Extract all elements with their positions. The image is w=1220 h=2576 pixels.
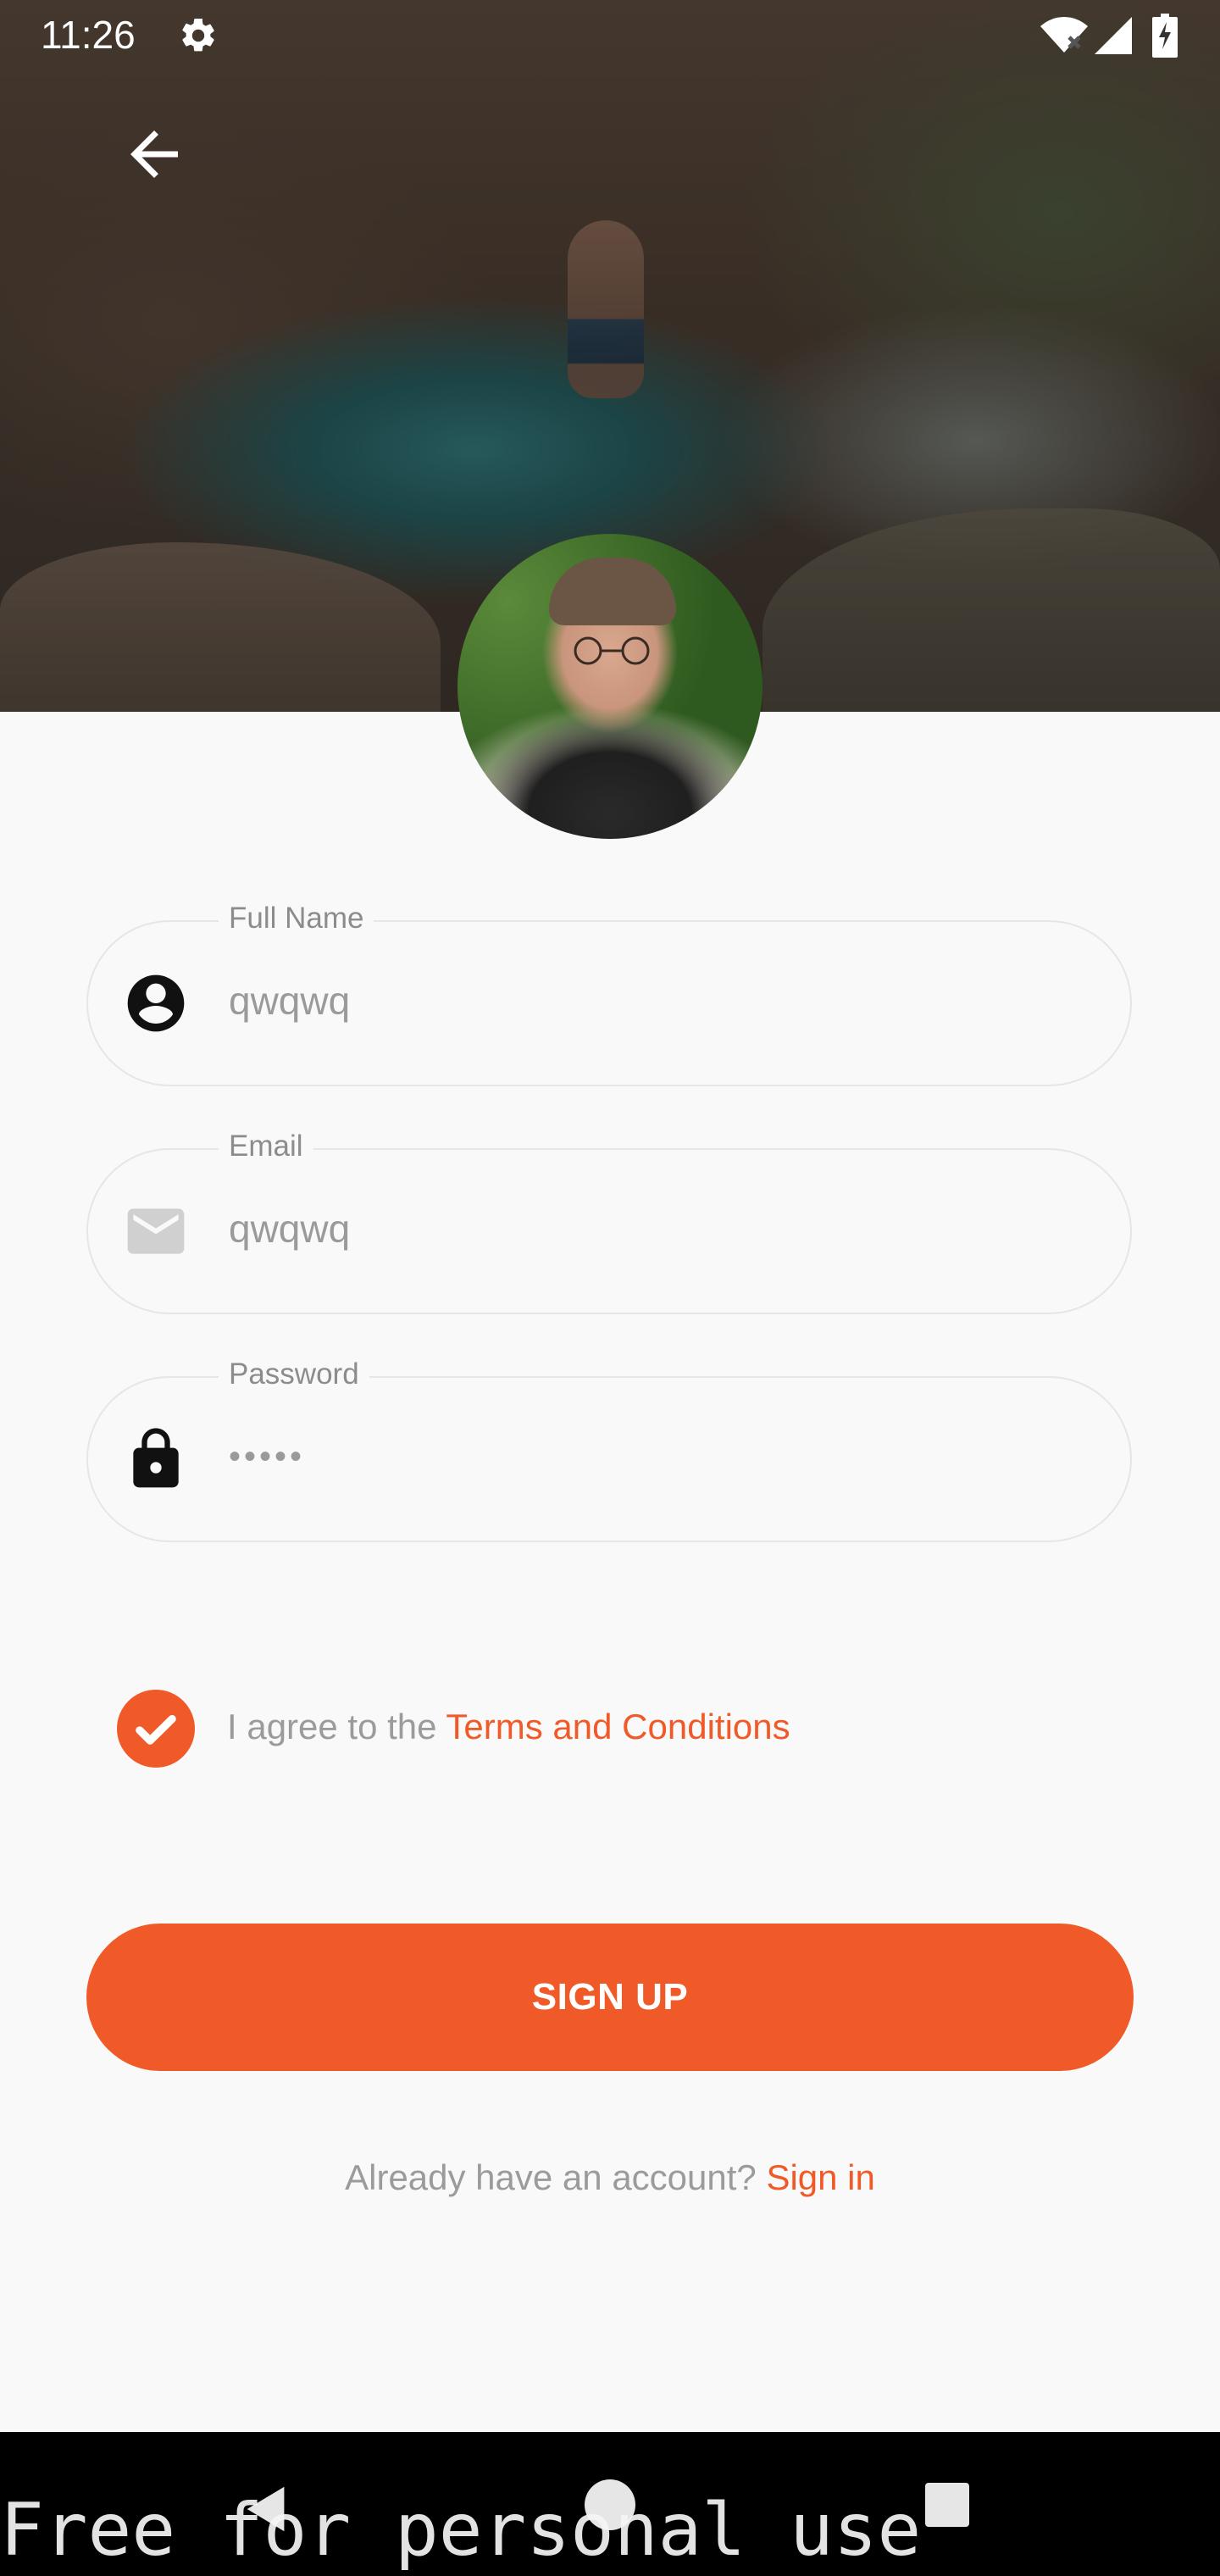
arrow-left-icon bbox=[130, 130, 178, 178]
sign-up-button[interactable]: SIGN UP bbox=[86, 1924, 1134, 2071]
terms-text: I agree to the Terms and Conditions bbox=[227, 1705, 790, 1749]
account-circle-icon bbox=[127, 974, 185, 1032]
email-label: Email bbox=[219, 1130, 313, 1163]
watermark-text: Free for personal use bbox=[0, 2488, 922, 2573]
terms-checkbox[interactable] bbox=[117, 1690, 195, 1768]
avatar-hair bbox=[549, 558, 676, 625]
full-name-input[interactable]: qwqwq bbox=[229, 978, 350, 1024]
terms-prefix: I agree to the bbox=[227, 1707, 446, 1746]
nav-recents-icon[interactable] bbox=[925, 2483, 969, 2527]
profile-avatar[interactable] bbox=[458, 534, 762, 839]
battery-charging-icon bbox=[1152, 14, 1178, 58]
password-input[interactable]: ••••• bbox=[229, 1434, 305, 1480]
lock-icon bbox=[133, 1428, 179, 1488]
settings-gear-icon bbox=[182, 18, 214, 52]
mail-icon bbox=[127, 1208, 185, 1254]
wifi-icon bbox=[1040, 17, 1088, 53]
avatar-glasses bbox=[574, 636, 650, 665]
sign-in-prompt: Already have an account? bbox=[345, 2157, 767, 2197]
password-label: Password bbox=[219, 1357, 369, 1391]
signal-icon bbox=[1095, 17, 1132, 54]
email-input[interactable]: qwqwq bbox=[229, 1206, 350, 1252]
sign-in-link[interactable]: Sign in bbox=[766, 2157, 874, 2197]
sign-in-row: Already have an account? Sign in bbox=[0, 2156, 1220, 2200]
terms-link[interactable]: Terms and Conditions bbox=[446, 1707, 790, 1746]
full-name-label: Full Name bbox=[219, 902, 374, 935]
status-bar: 11:26 bbox=[0, 0, 1220, 71]
status-time: 11:26 bbox=[41, 13, 136, 57]
checkmark-icon bbox=[136, 1714, 176, 1745]
back-button[interactable] bbox=[119, 119, 190, 190]
